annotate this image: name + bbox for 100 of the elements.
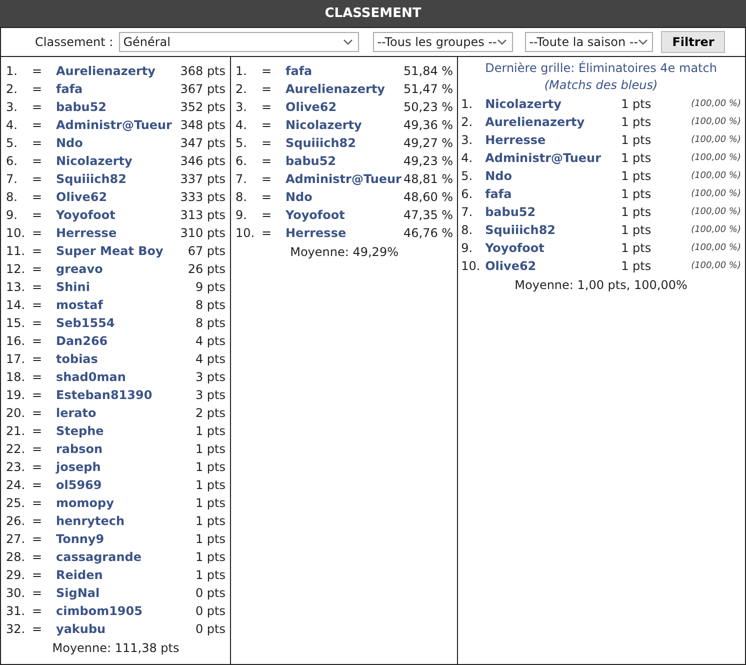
player-score: 1 pts — [195, 460, 226, 474]
rank-number: 6. — [236, 154, 248, 168]
player-score: 3 pts — [195, 388, 226, 402]
filter-button[interactable]: Filtrer — [661, 31, 726, 53]
trend-mark: = — [262, 172, 273, 186]
player-name[interactable]: Herresse — [56, 226, 180, 240]
player-name[interactable]: Herresse — [485, 133, 622, 147]
player-name[interactable]: Squiiich82 — [286, 136, 404, 150]
player-name[interactable]: Administr@Tueur — [286, 172, 404, 186]
chevron-icon — [497, 39, 508, 45]
player-score: 0 pts — [195, 622, 226, 636]
player-name[interactable]: Administr@Tueur — [56, 118, 180, 132]
player-name[interactable]: shad0man — [56, 370, 196, 384]
average-text: Moyenne: 1,00 pts, 100,00% — [514, 278, 688, 292]
trend-mark: = — [32, 262, 44, 276]
player-name[interactable]: Nicolazerty — [56, 154, 180, 168]
trend-mark: = — [32, 190, 44, 204]
player-name[interactable]: Stephe — [56, 424, 196, 438]
player-name[interactable]: Olive62 — [485, 259, 622, 273]
rank-number: 10. — [236, 226, 256, 240]
player-score: 2 pts — [195, 406, 226, 420]
rank-number: 5. — [461, 169, 474, 183]
player-name[interactable]: mostaf — [56, 298, 196, 312]
player-name[interactable]: tobias — [56, 352, 196, 366]
trend-mark: = — [32, 244, 44, 258]
player-name[interactable]: Aurelienazerty — [56, 64, 180, 78]
player-name[interactable]: Ndo — [56, 136, 180, 150]
player-name[interactable]: fafa — [56, 82, 180, 96]
player-name[interactable]: henrytech — [56, 514, 196, 528]
player-name[interactable]: joseph — [56, 460, 196, 474]
player-name[interactable]: Shini — [56, 280, 196, 294]
rank-number: 8. — [6, 190, 18, 204]
dropdown[interactable]: Général — [119, 32, 360, 52]
rank-number: 9. — [236, 208, 248, 222]
player-name[interactable]: Olive62 — [56, 190, 180, 204]
player-name[interactable]: Super Meat Boy — [56, 244, 188, 258]
player-name[interactable]: Ndo — [485, 169, 622, 183]
player-name[interactable]: Olive62 — [286, 100, 404, 114]
player-name[interactable]: Nicolazerty — [286, 118, 404, 132]
player-name[interactable]: Squiiich82 — [485, 223, 622, 237]
player-name[interactable]: Seb1554 — [56, 316, 196, 330]
player-name[interactable]: Esteban81390 — [56, 388, 196, 402]
rank-number: 1. — [236, 64, 248, 78]
player-name[interactable]: Tonny9 — [56, 532, 196, 546]
player-name[interactable]: Dan266 — [56, 334, 196, 348]
player-name[interactable]: fafa — [286, 64, 404, 78]
player-name[interactable]: fafa — [485, 187, 622, 201]
player-name[interactable]: ol5969 — [56, 478, 196, 492]
player-name[interactable]: Yoyofoot — [286, 208, 404, 222]
player-name[interactable]: rabson — [56, 442, 196, 456]
player-name[interactable]: greavo — [56, 262, 188, 276]
player-name[interactable]: Administr@Tueur — [485, 151, 622, 165]
rank-number: 7. — [461, 205, 474, 219]
trend-mark: = — [262, 118, 273, 132]
rank-number: 11. — [6, 244, 26, 258]
player-name[interactable]: SigNal — [56, 586, 196, 600]
trend-mark: = — [32, 280, 44, 294]
player-name[interactable]: yakubu — [56, 622, 196, 636]
player-score: 310 pts — [180, 226, 226, 240]
player-score: 1 pts — [621, 223, 652, 237]
player-name[interactable]: babu52 — [56, 100, 180, 114]
player-percentage: (100,00 %) — [691, 153, 741, 163]
player-name[interactable]: babu52 — [485, 205, 622, 219]
rank-number: 5. — [6, 136, 18, 150]
player-name[interactable]: Ndo — [286, 190, 404, 204]
dropdown[interactable]: --Tous les groupes -- — [373, 32, 514, 52]
player-score: 348 pts — [180, 118, 226, 132]
rank-number: 29. — [6, 568, 26, 582]
player-name[interactable]: momopy — [56, 496, 196, 510]
rank-number: 2. — [6, 82, 18, 96]
dropdown[interactable]: --Toute la saison -- — [525, 32, 654, 52]
player-percentage: 50,23 % — [403, 100, 454, 114]
player-name[interactable]: Aurelienazerty — [286, 82, 404, 96]
player-score: 1 pts — [195, 496, 226, 510]
player-name[interactable]: Nicolazerty — [485, 97, 622, 111]
player-score: 1 pts — [621, 97, 652, 111]
player-score: 1 pts — [621, 115, 652, 129]
player-name[interactable]: Yoyofoot — [485, 241, 622, 255]
player-name[interactable]: Reiden — [56, 568, 196, 582]
trend-mark: = — [32, 226, 44, 240]
rank-number: 16. — [6, 334, 26, 348]
player-name[interactable]: Squiiich82 — [56, 172, 180, 186]
trend-mark: = — [32, 352, 44, 366]
rank-number: 27. — [6, 532, 26, 546]
trend-mark: = — [32, 82, 44, 96]
rank-number: 9. — [461, 241, 474, 255]
rank-number: 2. — [461, 115, 474, 129]
player-name[interactable]: Yoyofoot — [56, 208, 180, 222]
player-percentage: (100,00 %) — [691, 225, 741, 235]
trend-mark: = — [32, 568, 44, 582]
player-name[interactable]: lerato — [56, 406, 196, 420]
player-name[interactable]: babu52 — [286, 154, 404, 168]
player-score: 1 pts — [195, 568, 226, 582]
player-name[interactable]: Herresse — [286, 226, 404, 240]
player-name[interactable]: cimbom1905 — [56, 604, 196, 618]
player-score: 347 pts — [180, 136, 226, 150]
player-name[interactable]: Aurelienazerty — [485, 115, 622, 129]
player-name[interactable]: cassagrande — [56, 550, 196, 564]
rank-number: 19. — [6, 388, 26, 402]
trend-mark: = — [32, 406, 44, 420]
